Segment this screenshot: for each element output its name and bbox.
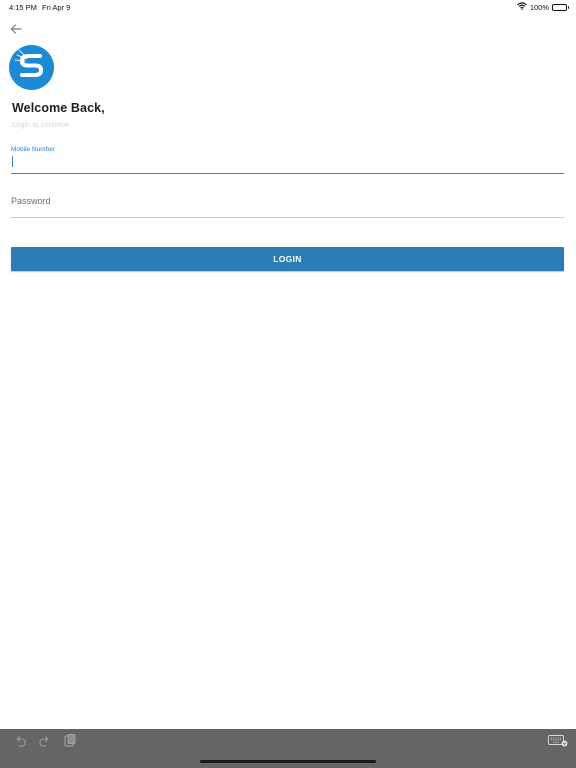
password-field[interactable]: Password [11,192,564,218]
s-logo-icon [9,45,54,90]
undo-icon [14,734,26,752]
clipboard-icon [64,734,76,752]
redo-button[interactable] [38,736,52,750]
password-placeholder: Password [11,196,51,206]
keyboard-icon [548,734,568,752]
status-indicators: 100% [516,2,569,12]
keyboard-dismiss-button[interactable] [548,734,568,752]
arrow-left-icon [10,21,22,39]
battery-icon [552,3,569,11]
undo-button[interactable] [13,736,27,750]
back-button[interactable] [8,22,24,38]
paste-button[interactable] [63,734,77,752]
welcome-title: Welcome Back, [12,101,105,115]
home-indicator[interactable] [200,760,376,763]
wifi-icon [516,2,527,12]
battery-percent: 100% [529,2,549,12]
login-subtitle: Login to continue [12,120,70,129]
app-logo [9,45,54,90]
status-date: Fri Apr 9 [42,3,71,12]
mobile-number-label: Mobile Number [11,146,56,153]
text-caret [12,156,13,167]
mobile-number-field[interactable]: Mobile Number [11,146,564,174]
redo-icon [39,734,51,752]
login-button[interactable]: LOGIN [11,247,564,271]
status-bar: 4:15 PM Fri Apr 9 100% [0,0,576,14]
status-time: 4:15 PM [9,3,37,12]
